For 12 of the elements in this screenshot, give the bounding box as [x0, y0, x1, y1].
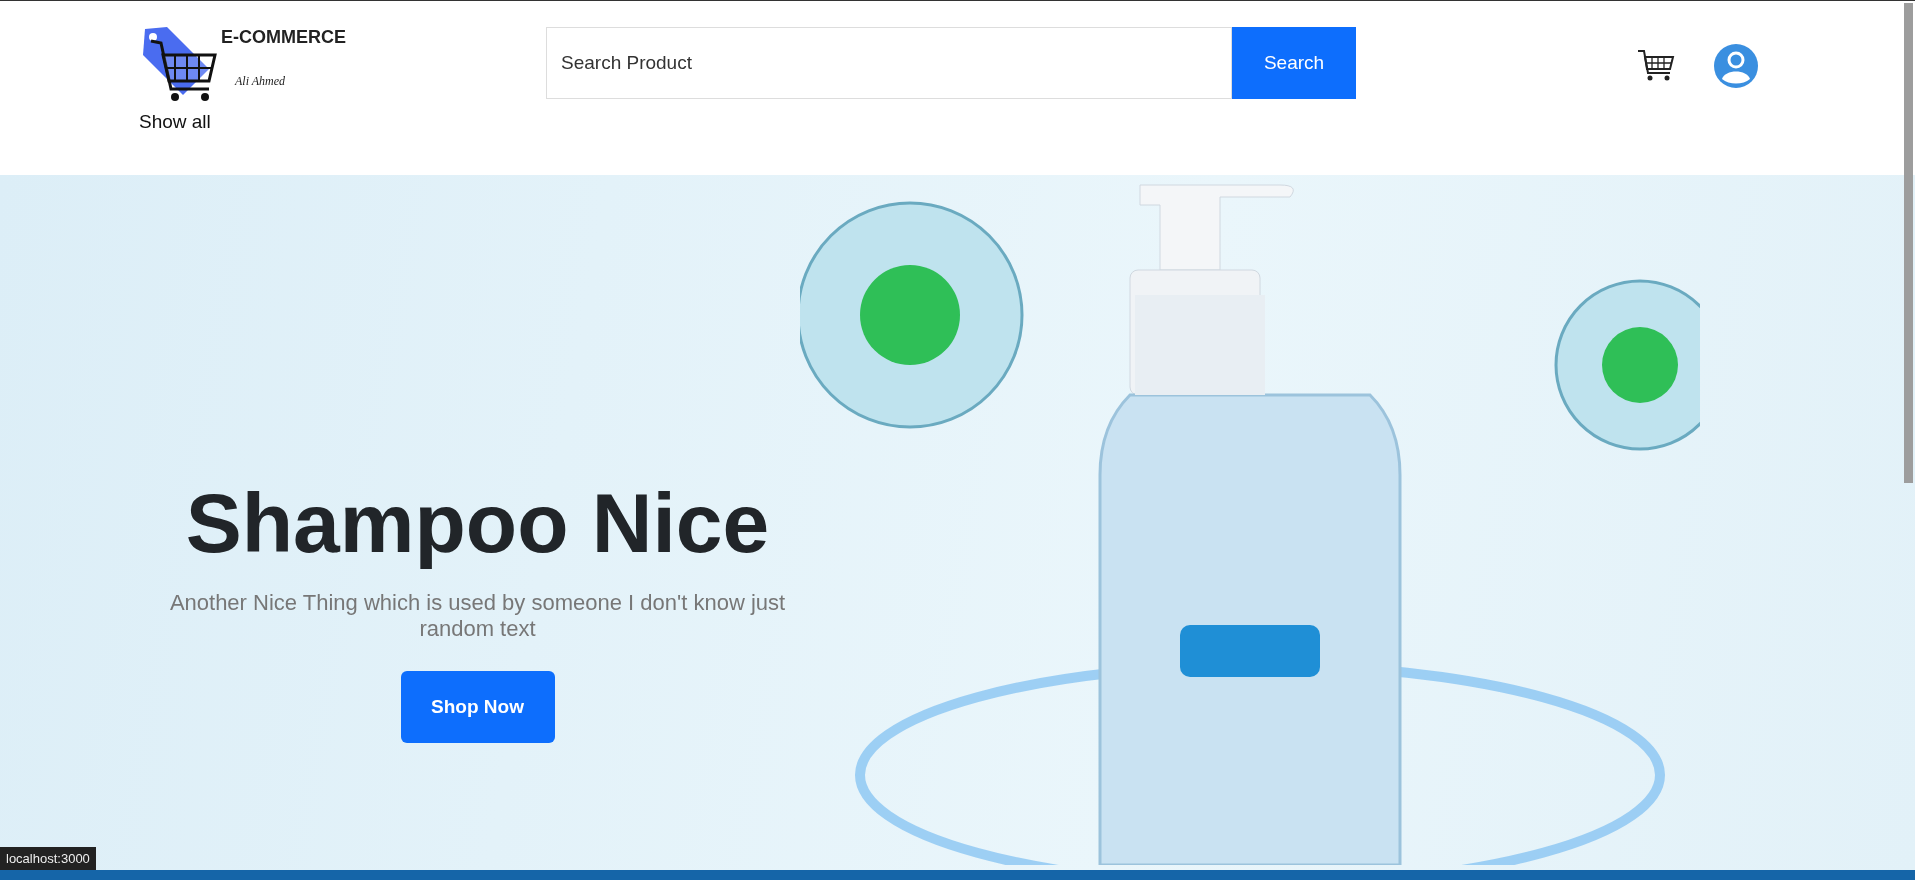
hero-title: Shampoo Nice — [185, 475, 770, 572]
search-button[interactable]: Search — [1232, 27, 1356, 99]
status-url: localhost:3000 — [0, 847, 96, 870]
cart-icon[interactable] — [1637, 49, 1675, 83]
logo-title: E-COMMERCE — [221, 27, 346, 48]
show-all-link[interactable]: Show all — [139, 111, 211, 133]
hero-description: Another Nice Thing which is used by someone I don't know just random text — [168, 590, 787, 643]
scrollbar[interactable] — [1904, 3, 1913, 483]
logo-subtitle: Ali Ahmed — [235, 74, 287, 89]
search-field[interactable]: Search Product — [546, 27, 1232, 99]
user-avatar-icon[interactable] — [1713, 43, 1759, 89]
shop-now-button[interactable]: Shop Now — [400, 670, 555, 743]
